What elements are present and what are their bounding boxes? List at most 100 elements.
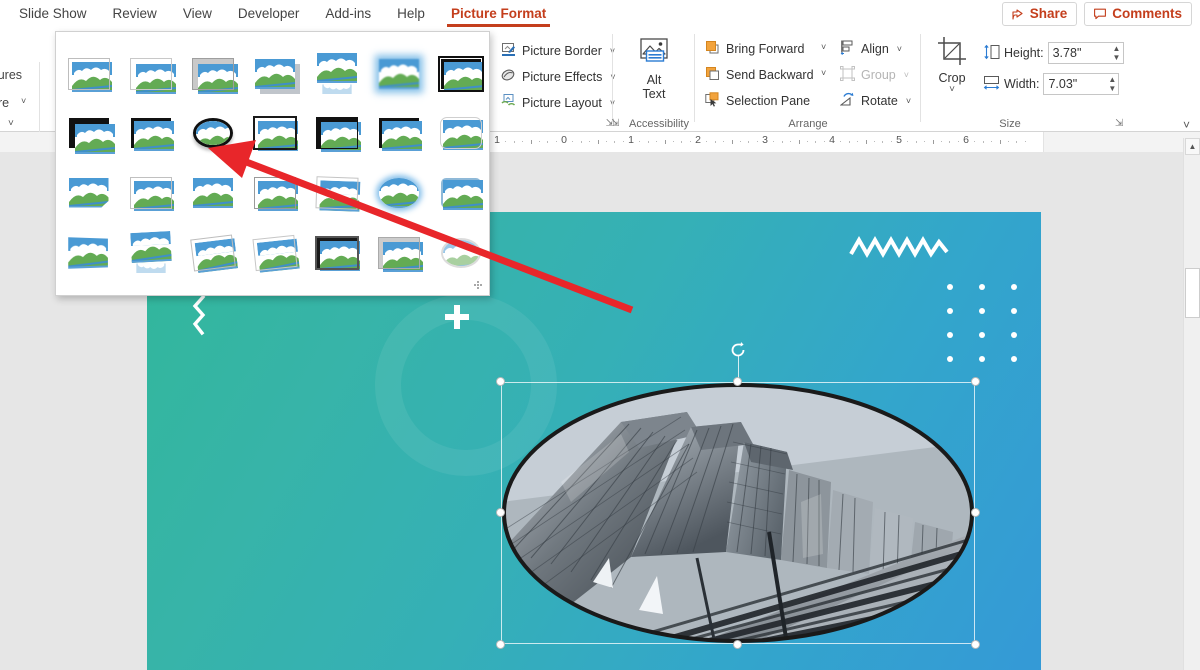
picture-style-double-frame-black[interactable] <box>431 44 490 103</box>
ruler-label: 3 <box>762 134 768 146</box>
send-backward-icon <box>705 66 720 84</box>
picture-style-bevel-perspective[interactable] <box>59 163 118 222</box>
ruler-minor-tick <box>873 141 875 142</box>
resize-handle-top-right[interactable] <box>971 377 980 386</box>
send-backward-button[interactable]: Send Backward <box>701 62 818 87</box>
bring-forward-button[interactable]: Bring Forward <box>701 36 809 61</box>
group-icon <box>840 65 855 84</box>
picture-layout-button[interactable]: Picture Layout ˅ <box>497 90 619 115</box>
tab-review[interactable]: Review <box>100 2 170 27</box>
alt-text-button[interactable]: Alt Text <box>625 37 683 101</box>
picture-style-rotated-white[interactable] <box>183 103 242 162</box>
picture-selection-frame[interactable] <box>496 342 980 649</box>
resize-handle-top-center[interactable] <box>733 377 742 386</box>
picture-style-rounded-diagonal-corner-white[interactable] <box>431 103 490 162</box>
resize-handle-middle-right[interactable] <box>971 508 980 517</box>
resize-handle-top-left[interactable] <box>496 377 505 386</box>
height-stepper[interactable]: ▲▼ <box>1047 42 1124 64</box>
picture-style-center-shadow-rectangle[interactable] <box>245 103 304 162</box>
ruler-minor-tick <box>915 141 917 143</box>
ribbon-tab-bar: Slide Show Review View Developer Add-ins… <box>0 0 1200 28</box>
rotate-button[interactable]: Rotate ˅ <box>836 88 915 113</box>
width-input[interactable] <box>1044 74 1107 94</box>
rotate-chevron-down-icon[interactable]: ˅ <box>906 96 911 106</box>
resize-handle-bottom-right[interactable] <box>971 640 980 649</box>
picture-style-metal-oval[interactable] <box>369 223 428 282</box>
gallery-resize-grip[interactable] <box>474 281 483 290</box>
ruler-minor-tick <box>681 141 683 143</box>
selection-pane-button[interactable]: Selection Pane <box>701 88 814 113</box>
picture-style-relaxed-perspective-white[interactable] <box>121 163 180 222</box>
picture-style-reflected-perspective-right[interactable] <box>121 223 180 282</box>
align-button[interactable]: Align ˅ <box>836 36 906 61</box>
scroll-up-button[interactable]: ▲ <box>1185 138 1200 155</box>
height-spinner-arrows[interactable]: ▲ ▼ <box>1110 43 1122 63</box>
bring-forward-chevron-down-icon[interactable]: ˅ <box>821 42 826 52</box>
size-dialog-launcher[interactable]: ⇲ <box>1115 118 1123 129</box>
crop-chevron-down-icon[interactable]: ˅ <box>949 85 955 95</box>
picture-style-oval-soft-edge-glow[interactable] <box>369 163 428 222</box>
tab-help[interactable]: Help <box>384 2 438 27</box>
tab-picture-format[interactable]: Picture Format <box>438 2 559 27</box>
picture-style-thumbnail <box>189 234 238 273</box>
picture-style-thumbnail <box>192 117 233 148</box>
picture-style-moderate-frame-white[interactable] <box>307 223 366 282</box>
tab-view[interactable]: View <box>170 2 225 27</box>
ruler-minor-tick <box>806 141 808 142</box>
width-spinner-arrows[interactable]: ▲ ▼ <box>1106 74 1118 94</box>
tab-add-ins[interactable]: Add-ins <box>312 2 384 27</box>
scrollbar-thumb[interactable] <box>1185 268 1200 318</box>
picture-style-soft-edge-rectangle[interactable] <box>369 44 428 103</box>
width-stepper[interactable]: ▲▼ <box>1043 73 1120 95</box>
picture-style-thumbnail <box>314 235 360 271</box>
share-label: Share <box>1029 6 1068 21</box>
gallery-expand-caret-icon[interactable]: ˅ <box>8 118 14 129</box>
picture-style-moderate-frame-black[interactable] <box>369 103 428 162</box>
picture-style-metal-frame[interactable] <box>183 44 242 103</box>
picture-style-thick-matte-black[interactable] <box>59 103 118 162</box>
ruler-minor-tick <box>848 141 850 143</box>
picture-style-simple-frame-white[interactable] <box>59 44 118 103</box>
picture-effects-label: Picture Effects <box>522 69 603 84</box>
picture-style-soft-edge-oval[interactable] <box>183 163 242 222</box>
crop-button[interactable]: Crop ˅ <box>929 36 975 95</box>
send-backward-chevron-down-icon[interactable]: ˅ <box>821 68 826 78</box>
accessibility-dialog-launcher[interactable]: ⇲ <box>611 118 619 129</box>
picture-styles-gallery[interactable] <box>55 31 490 296</box>
tab-developer[interactable]: Developer <box>225 2 313 27</box>
picture-effects-button[interactable]: Picture Effects ˅ <box>497 64 620 89</box>
resize-handle-middle-left[interactable] <box>496 508 505 517</box>
alt-text-label-2: Text <box>642 87 666 101</box>
resize-handle-bottom-left[interactable] <box>496 640 505 649</box>
picture-style-compound-frame-black[interactable] <box>307 103 366 162</box>
rotate-handle[interactable] <box>729 341 747 359</box>
more-caret-icon[interactable]: ˅ <box>21 96 26 106</box>
tab-slide-show[interactable]: Slide Show <box>6 2 100 27</box>
chevron-up-icon[interactable]: ˅ <box>1183 118 1190 132</box>
vertical-scrollbar[interactable]: ▲ <box>1183 138 1200 670</box>
picture-style-beveled-matte-white[interactable] <box>121 44 180 103</box>
picture-style-thumbnail <box>440 237 481 268</box>
height-input[interactable] <box>1048 43 1111 63</box>
ruler-minor-tick <box>689 141 691 142</box>
picture-style-thumbnail <box>129 230 172 264</box>
resize-handle-bottom-center[interactable] <box>733 640 742 649</box>
share-button[interactable]: Share <box>1001 2 1078 26</box>
picture-style-reflected-rounded-rectangle[interactable] <box>307 44 366 103</box>
picture-style-rotated-gradient-frame[interactable] <box>183 223 242 282</box>
picture-style-reflected-bevel-black[interactable] <box>431 223 490 282</box>
picture-border-button[interactable]: Picture Border ˅ <box>497 38 619 63</box>
ruler-minor-tick <box>957 141 959 142</box>
picture-style-snip-diagonal-corner-white[interactable] <box>245 223 304 282</box>
picture-style-bevel-perspective-left[interactable] <box>307 163 366 222</box>
picture-style-simple-frame-black[interactable] <box>121 103 180 162</box>
align-chevron-down-icon[interactable]: ˅ <box>897 44 902 54</box>
picture-style-perspective-shadow-white[interactable] <box>59 223 118 282</box>
picture-style-drop-shadow-rectangle[interactable] <box>245 44 304 103</box>
comments-button[interactable]: Comments <box>1084 2 1192 26</box>
horizontal-ruler[interactable]: 1 0 1 2 3 4 5 6 <box>484 132 1044 152</box>
thumbnail-reflection <box>132 263 170 273</box>
more-label: re <box>0 96 10 110</box>
picture-style-metal-rounded-rectangle[interactable] <box>431 163 490 222</box>
picture-style-bevel-rectangle[interactable] <box>245 163 304 222</box>
